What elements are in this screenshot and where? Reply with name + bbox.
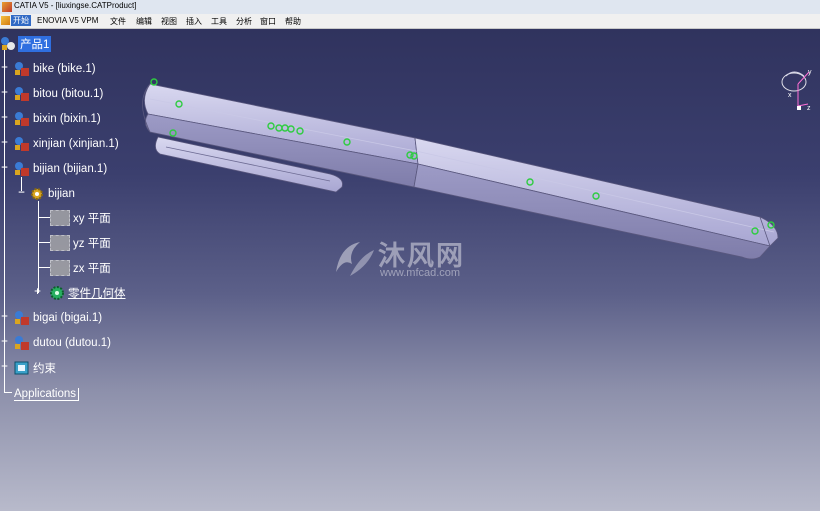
catia-app-icon <box>2 2 12 12</box>
compass-axis-y: y <box>808 69 812 76</box>
tree-node-label[interactable]: yz 平面 <box>73 235 111 251</box>
part-icon <box>14 136 30 152</box>
expand-icon[interactable]: + <box>0 313 9 322</box>
expand-icon[interactable]: + <box>33 288 42 297</box>
body-gear-icon <box>49 285 65 301</box>
window-title: CATIA V5 - [liuxingse.CATProduct] <box>14 1 137 10</box>
menu-view[interactable]: 视图 <box>161 16 177 27</box>
menu-edit[interactable]: 编辑 <box>136 16 152 27</box>
tree-branch-line <box>38 201 39 293</box>
plane-icon <box>50 210 70 226</box>
3d-viewport[interactable]: 产品1 + bike (bike.1) + bitou (bitou.1) + … <box>0 29 820 511</box>
tree-node-bitou[interactable]: + bitou (bitou.1) <box>0 86 103 102</box>
expand-icon[interactable]: + <box>0 338 9 347</box>
tree-node-label[interactable]: xy 平面 <box>73 210 111 226</box>
part-icon <box>14 86 30 102</box>
tree-node-bigai[interactable]: + bigai (bigai.1) <box>0 310 102 326</box>
menu-insert[interactable]: 插入 <box>186 16 202 27</box>
tree-branch-line <box>38 217 50 218</box>
tree-node-xy-plane[interactable]: xy 平面 <box>50 210 111 226</box>
watermark-logo-icon <box>336 242 374 276</box>
product-icon <box>0 36 16 52</box>
part-icon <box>14 310 30 326</box>
tree-node-label[interactable]: zx 平面 <box>73 260 111 276</box>
compass-axis-z: z <box>807 105 811 112</box>
tree-node-bixin[interactable]: + bixin (bixin.1) <box>0 111 101 127</box>
expand-icon[interactable]: + <box>0 139 9 148</box>
tree-node-zx-plane[interactable]: zx 平面 <box>50 260 111 276</box>
menu-file[interactable]: 文件 <box>110 16 126 27</box>
constraints-icon <box>14 360 30 376</box>
title-bar: CATIA V5 - [liuxingse.CATProduct] <box>0 0 820 15</box>
tree-node-dutou[interactable]: + dutou (dutou.1) <box>0 335 111 351</box>
tree-node-label[interactable]: bitou (bitou.1) <box>33 88 103 100</box>
tree-node-xinjian[interactable]: + xinjian (xinjian.1) <box>0 136 119 152</box>
start-icon[interactable] <box>1 16 10 25</box>
tree-node-label[interactable]: 零件几何体 <box>68 285 126 301</box>
tree-node-bijian[interactable]: − bijian (bijian.1) <box>0 161 107 177</box>
watermark: 沐风网 www.mfcad.com <box>330 234 500 304</box>
tree-node-part-body[interactable]: + 零件几何体 <box>33 285 126 301</box>
tree-branch-line <box>38 267 50 268</box>
tree-root-label[interactable]: 产品1 <box>18 36 52 52</box>
collapse-icon[interactable]: − <box>0 164 9 173</box>
menu-enovia[interactable]: ENOVIA V5 VPM <box>37 16 98 25</box>
tree-node-constraints[interactable]: + 约束 <box>0 360 56 376</box>
part-icon <box>14 161 30 177</box>
tree-node-bike[interactable]: + bike (bike.1) <box>0 61 96 77</box>
tree-node-label[interactable]: bigai (bigai.1) <box>33 312 102 324</box>
compass-icon[interactable]: y z x <box>772 66 816 114</box>
expand-icon[interactable]: + <box>0 89 9 98</box>
tree-node-label[interactable]: bixin (bixin.1) <box>33 113 101 125</box>
tree-node-label[interactable]: bijian (bijian.1) <box>33 163 107 175</box>
tree-branch-line <box>38 242 50 243</box>
expand-icon[interactable]: + <box>0 114 9 123</box>
menu-tools[interactable]: 工具 <box>211 16 227 27</box>
menu-analyze[interactable]: 分析 <box>236 16 252 27</box>
expand-icon[interactable]: + <box>0 363 9 372</box>
tree-node-applications[interactable]: Applications <box>11 386 80 402</box>
tree-node-label[interactable]: 约束 <box>33 360 56 376</box>
tree-root[interactable]: 产品1 <box>0 36 52 52</box>
tree-node-yz-plane[interactable]: yz 平面 <box>50 235 111 251</box>
part-icon <box>14 61 30 77</box>
watermark-url: www.mfcad.com <box>380 267 461 279</box>
plane-icon <box>50 235 70 251</box>
collapse-icon[interactable]: − <box>17 189 26 198</box>
expand-icon[interactable]: + <box>0 64 9 73</box>
tree-node-label[interactable]: xinjian (xinjian.1) <box>33 138 119 150</box>
tree-node-label[interactable]: dutou (dutou.1) <box>33 337 111 349</box>
menu-window[interactable]: 窗口 <box>260 16 276 27</box>
gear-icon <box>29 186 45 202</box>
tree-node-label[interactable]: bike (bike.1) <box>33 63 96 75</box>
compass-axis-x: x <box>788 92 792 99</box>
tree-node-label[interactable]: Applications <box>14 387 80 401</box>
part-icon <box>14 335 30 351</box>
tree-node-label[interactable]: bijian <box>48 188 75 200</box>
specification-tree: 产品1 + bike (bike.1) + bitou (bitou.1) + … <box>0 29 200 511</box>
menu-bar: 开始 ENOVIA V5 VPM 文件 编辑 视图 插入 工具 分析 窗口 帮助 <box>0 14 820 29</box>
part-icon <box>14 111 30 127</box>
tree-node-bijian-part[interactable]: − bijian <box>17 186 75 202</box>
menu-start[interactable]: 开始 <box>11 15 31 26</box>
plane-icon <box>50 260 70 276</box>
menu-help[interactable]: 帮助 <box>285 16 301 27</box>
